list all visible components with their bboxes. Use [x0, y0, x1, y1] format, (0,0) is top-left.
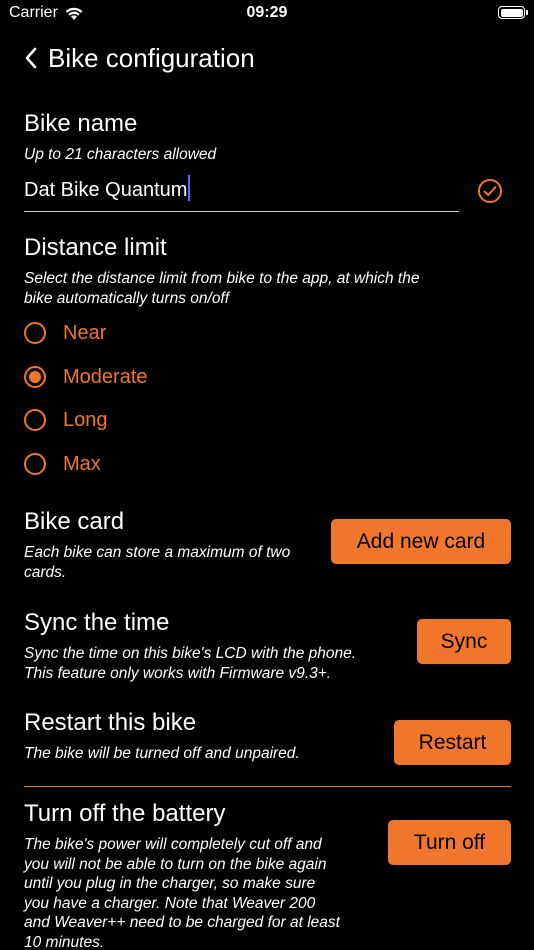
back-button[interactable]: Bike configuration	[24, 38, 255, 78]
restart-hint: The bike will be turned off and unpaired…	[24, 745, 300, 762]
radio-option-long[interactable]: Long	[24, 404, 108, 436]
bike-name-title: Bike name	[24, 110, 138, 137]
bike-name-value: Dat Bike Quantum	[24, 179, 188, 201]
distance-limit-hint: Select the distance limit from bike to t…	[24, 269, 419, 308]
distance-limit-hint-line: bike automatically turns on/off	[24, 289, 230, 307]
divider	[24, 786, 511, 787]
battery-off-hint-line: you have a charger. Note that Weaver 200	[24, 894, 316, 912]
check-circle-icon[interactable]	[477, 178, 503, 204]
distance-limit-hint-line: Select the distance limit from bike to t…	[24, 270, 420, 287]
radio-option-near[interactable]: Near	[24, 317, 106, 349]
radio-option-max[interactable]: Max	[24, 448, 101, 480]
clock: 09:29	[246, 4, 288, 21]
page-title: Bike configuration	[48, 42, 255, 73]
battery-off-hint-line: 10 minutes.	[24, 933, 105, 950]
screen: Carrier 09:29 Bike configuration Bike na…	[0, 0, 534, 950]
sync-button[interactable]: Sync	[417, 619, 511, 664]
bike-card-hint: Each bike can store a maximum of two car…	[24, 543, 290, 582]
distance-limit-title: Distance limit	[24, 234, 167, 261]
battery-off-hint: The bike's power will completely cut off…	[24, 835, 340, 950]
bike-card-hint-line: cards.	[24, 563, 67, 581]
battery-off-hint-line: The bike's power will completely cut off…	[24, 836, 322, 853]
radio-label: Max	[63, 452, 101, 475]
battery-off-hint-line: and Weaver++ need to be charged for at l…	[24, 914, 340, 931]
sync-time-hint-line: This feature only works with Firmware v9…	[24, 664, 332, 682]
radio-label: Near	[63, 321, 107, 344]
radio-label: Long	[63, 408, 108, 431]
bike-name-hint: Up to 21 characters allowed	[24, 146, 217, 163]
restart-title: Restart this bike	[24, 709, 197, 736]
text-caret	[188, 175, 191, 201]
turn-off-button[interactable]: Turn off	[388, 820, 511, 865]
sync-time-hint-line: Sync the time on this bike's LCD with th…	[24, 645, 357, 662]
sync-time-title: Sync the time	[24, 609, 170, 636]
battery-off-title: Turn off the battery	[24, 800, 226, 827]
battery-icon	[498, 6, 528, 19]
chevron-left-icon	[25, 47, 37, 69]
radio-button[interactable]	[24, 322, 46, 344]
add-new-card-button[interactable]: Add new card	[331, 519, 511, 564]
radio-option-moderate[interactable]: Moderate	[24, 361, 148, 393]
battery-off-hint-line: until you plug in the charger, so make s…	[24, 875, 316, 892]
radio-button[interactable]	[24, 409, 46, 431]
radio-button-selected[interactable]	[24, 366, 46, 388]
sync-time-hint: Sync the time on this bike's LCD with th…	[24, 644, 356, 683]
bike-card-title: Bike card	[24, 508, 125, 535]
radio-label: Moderate	[63, 365, 148, 388]
bike-name-input[interactable]: Dat Bike Quantum	[24, 174, 459, 212]
battery-off-hint-line: you will not be able to turn on the bike…	[24, 855, 327, 873]
radio-button[interactable]	[24, 453, 46, 475]
status-bar: Carrier 09:29	[0, 0, 534, 30]
bike-card-hint-line: Each bike can store a maximum of two	[24, 544, 291, 561]
restart-button[interactable]: Restart	[394, 720, 511, 765]
